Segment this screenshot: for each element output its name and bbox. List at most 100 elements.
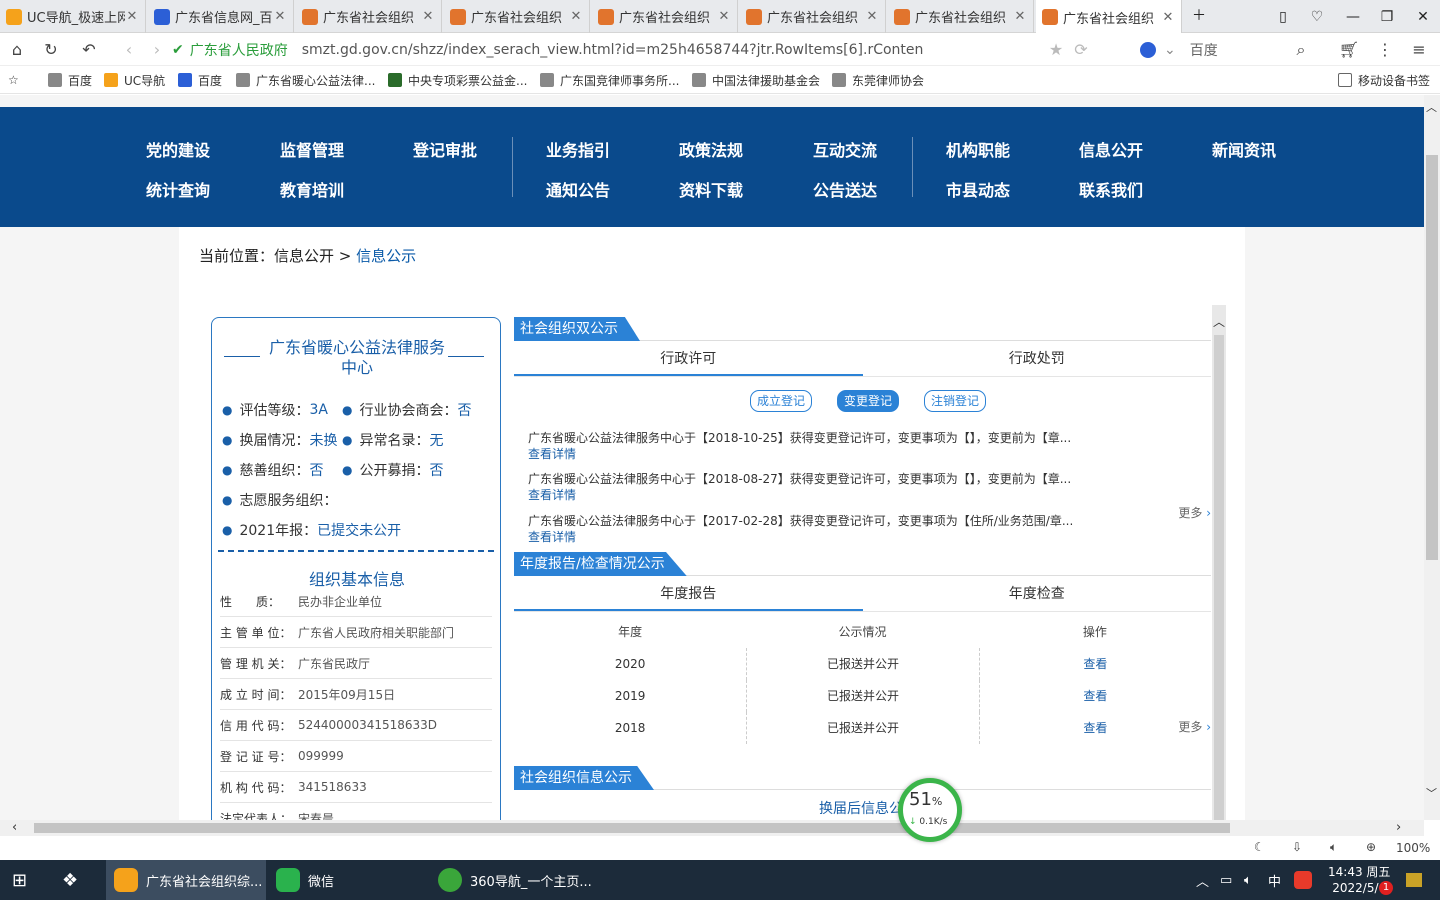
moon-icon[interactable]: ☾ [1254,840,1265,854]
taskbar-app[interactable]: 360导航_一个主页... [432,860,592,900]
tab-admin-license[interactable]: 行政许可 [514,341,863,376]
tab-close-icon[interactable]: ✕ [1013,9,1027,24]
info-subtitle[interactable]: 换届后信息公 [819,798,903,818]
sidebar-toggle-icon[interactable]: ▯ [1272,6,1294,28]
browser-tab[interactable]: 广东省信息网_百 ✕ [148,0,294,33]
cart-icon[interactable]: 🛒︎ [1338,39,1360,61]
nav-item[interactable]: 登记审批 [390,137,500,161]
nav-item[interactable]: 通知公告 [523,177,633,201]
more-link[interactable]: 更多 › [1178,504,1211,521]
refresh-icon[interactable]: ↻ [40,39,62,61]
nav-item[interactable]: 信息公开 [1056,137,1166,161]
nav-item[interactable]: 党的建设 [123,137,233,161]
page-scrollbar[interactable]: ︿ ﹀ [1424,95,1440,820]
speaker-icon[interactable]: 🔈︎ [1244,860,1252,900]
undo-icon[interactable]: ↶ [78,39,100,61]
browser-tab[interactable]: 广东省社会组织 ✕ [296,0,442,33]
tab-close-icon[interactable]: ✕ [717,9,731,24]
clock[interactable]: 14:43 周五 2022/5/6 [1328,860,1390,900]
browser-tab[interactable]: 广东省社会组织 ✕ [888,0,1034,33]
bookmark-item[interactable]: UC导航 [104,71,165,89]
browser-tab[interactable]: 广东省社会组织 ✕ [740,0,886,33]
bookmark-item[interactable]: 东莞律师协会 [832,71,924,89]
bookmark-item[interactable]: 广东省暖心公益法律... [236,71,375,89]
breadcrumb-current[interactable]: 信息公示 [356,247,416,265]
url-text[interactable]: smzt.gd.gov.cn/shzz/index_serach_view.ht… [302,42,924,58]
chevron-up-icon[interactable]: ︿ [1426,99,1437,115]
chevron-up-icon[interactable]: ︿ [1196,860,1209,900]
minimize-button[interactable]: — [1342,6,1364,28]
chevron-right-icon[interactable]: › [1396,820,1401,835]
volume-icon[interactable]: 🔈︎ [1330,840,1337,855]
field-value[interactable]: 已提交未公开 [317,520,401,540]
download-progress[interactable]: 51% ↓ 0.1K/s [898,778,962,842]
tab-close-icon[interactable]: ✕ [273,9,287,24]
view-link[interactable]: 查看 [978,648,1211,680]
pill-establish[interactable]: 成立登记 [750,390,813,412]
bookmark-item[interactable]: 百度 [178,71,222,89]
bookmark-item[interactable]: 中国法律援助基金会 [692,71,820,89]
tab-close-icon[interactable]: ✕ [421,9,435,24]
mobile-bookmarks[interactable]: 移动设备书签 [1338,71,1430,89]
pill-cancel[interactable]: 注销登记 [924,390,987,412]
chevron-up-icon[interactable]: ︿ [1212,313,1226,330]
detail-link[interactable]: 查看详情 [528,529,1088,545]
detail-link[interactable]: 查看详情 [528,446,1088,462]
view-link[interactable]: 查看 [978,712,1211,744]
chevron-down-icon[interactable]: ﹀ [1426,785,1437,801]
sync-icon[interactable]: ⟳ [1070,39,1092,61]
nav-item[interactable]: 新闻资讯 [1189,137,1299,161]
network-icon[interactable]: ▭ [1220,860,1232,900]
download-icon[interactable]: ⇩ [1292,840,1302,854]
windows-start-icon[interactable]: ⊞ [12,860,27,900]
nav-item[interactable]: 互动交流 [790,137,900,161]
back-icon[interactable]: ‹ [118,39,140,61]
more-link[interactable]: 更多 › [1178,718,1211,735]
inner-scrollbar[interactable] [1212,305,1226,820]
nav-item[interactable]: 统计查询 [123,177,233,201]
url-field[interactable]: ✔ 广东省人民政府 smzt.gd.gov.cn/shzz/index_sera… [172,38,1120,62]
browser-tab[interactable]: UC导航_极速上网 ✕ [0,0,146,33]
ime-indicator[interactable]: 中 [1268,860,1281,900]
search-input[interactable]: 百度 [1190,40,1218,60]
zoom-icon[interactable]: ⊕ [1366,840,1376,854]
nav-item[interactable]: 监督管理 [257,137,367,161]
taskbar-app[interactable]: 广东省社会组织综... [106,860,266,900]
maximize-button[interactable]: ❐ [1376,6,1398,28]
tab-close-icon[interactable]: ✕ [125,9,139,24]
zoom-level[interactable]: 100% [1396,841,1430,855]
notification-icon[interactable] [1406,860,1422,900]
nav-item[interactable]: 市县动态 [923,177,1033,201]
more-vertical-icon[interactable]: ⋮ [1374,39,1396,61]
detail-link[interactable]: 查看详情 [528,487,1088,503]
horizontal-scrollbar[interactable]: ‹ › [0,820,1424,836]
pill-change[interactable]: 变更登记 [837,390,900,412]
breadcrumb-parent[interactable]: 信息公开 [274,247,334,265]
taskbar-app[interactable]: 微信 [270,860,426,900]
nav-item[interactable]: 联系我们 [1056,177,1166,201]
browser-tab[interactable]: 广东省社会组织 ✕ [592,0,738,33]
home-icon[interactable]: ⌂ [6,39,28,61]
view-link[interactable]: 查看 [978,680,1211,712]
nav-item[interactable]: 业务指引 [523,137,633,161]
tab-annual-report[interactable]: 年度报告 [514,576,863,611]
bookmark-item[interactable]: 广东国竞律师事务所... [540,71,679,89]
browser-tab[interactable]: 广东省社会组织 ✕ [1036,0,1182,34]
chevron-down-icon[interactable]: ⌄ [1164,42,1176,58]
bookmark-item[interactable]: 中央专项彩票公益金... [388,71,527,89]
tab-close-icon[interactable]: ✕ [569,9,583,24]
nav-item[interactable]: 机构职能 [923,137,1033,161]
chevron-left-icon[interactable]: ‹ [12,820,17,835]
tab-admin-penalty[interactable]: 行政处罚 [863,341,1212,376]
close-window-button[interactable]: ✕ [1412,6,1434,28]
scroll-thumb[interactable] [34,823,1230,833]
tab-close-icon[interactable]: ✕ [865,9,879,24]
task-view-icon[interactable]: ❖ [62,860,78,900]
new-tab-button[interactable]: ＋ [1188,5,1210,27]
search-icon[interactable]: ⌕ [1290,39,1312,61]
skin-icon[interactable]: ♡ [1306,6,1328,28]
bookmark-item[interactable]: 百度 [48,71,92,89]
forward-icon[interactable]: › [146,39,168,61]
nav-item[interactable]: 资料下载 [656,177,766,201]
nav-item[interactable]: 公告送达 [790,177,900,201]
